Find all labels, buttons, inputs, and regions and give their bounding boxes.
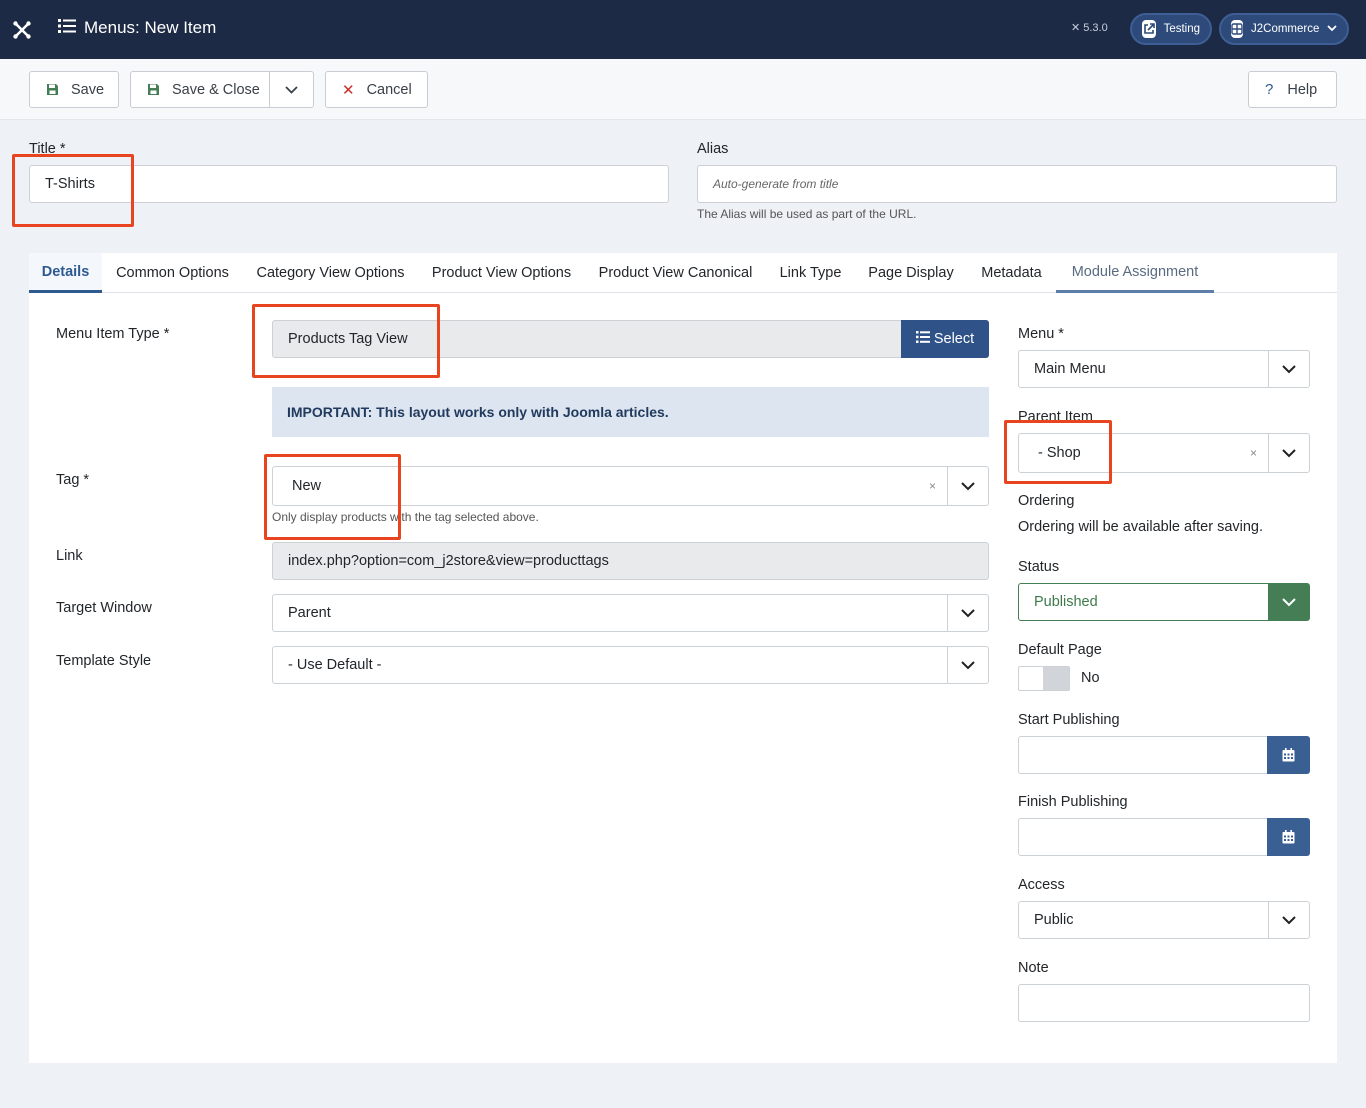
site-link-button[interactable]: Testing	[1130, 13, 1212, 45]
chevron-down-icon	[947, 595, 988, 631]
target-window-label: Target Window	[56, 600, 152, 616]
help-button[interactable]: ? Help	[1248, 71, 1337, 108]
clear-icon[interactable]: ×	[1250, 446, 1257, 460]
tag-select[interactable]: New ×	[272, 466, 989, 506]
cancel-button[interactable]: ✕ Cancel	[325, 71, 428, 108]
template-style-select[interactable]: - Use Default -	[272, 646, 989, 684]
menu-select[interactable]: Main Menu	[1018, 350, 1310, 388]
save-icon	[147, 83, 160, 96]
alias-label: Alias	[697, 141, 729, 157]
question-icon: ?	[1265, 81, 1274, 98]
alias-hint: The Alias will be used as part of the UR…	[697, 207, 917, 221]
status-label: Status	[1018, 559, 1060, 575]
menu-label: Menu *	[1018, 326, 1064, 342]
tab-metadata[interactable]: Metadata	[967, 253, 1056, 293]
alias-input[interactable]: Auto-generate from title	[697, 165, 1337, 203]
parent-item-select[interactable]: - Shop ×	[1018, 433, 1310, 473]
save-button[interactable]: Save	[29, 71, 119, 108]
default-page-label: Default Page	[1018, 642, 1102, 658]
tab-product-view-options[interactable]: Product View Options	[418, 253, 585, 293]
important-alert: IMPORTANT: This layout works only with J…	[272, 387, 989, 437]
chevron-down-icon	[1268, 434, 1309, 472]
parent-item-label: Parent Item	[1018, 409, 1093, 425]
start-publishing-label: Start Publishing	[1018, 712, 1120, 728]
finish-publishing-input[interactable]	[1018, 818, 1268, 856]
clear-icon[interactable]: ×	[929, 479, 936, 493]
tag-label: Tag *	[56, 472, 90, 488]
menu-item-type-label: Menu Item Type *	[56, 326, 170, 342]
page-title-text: Menus: New Item	[84, 18, 217, 37]
list-icon	[915, 331, 930, 347]
template-style-label: Template Style	[56, 653, 152, 669]
save-close-button-group: Save & Close	[130, 71, 314, 108]
status-select[interactable]: Published	[1018, 583, 1310, 621]
chevron-down-icon	[1268, 584, 1309, 620]
default-page-value: No	[1081, 670, 1100, 686]
tab-common-options[interactable]: Common Options	[102, 253, 243, 293]
select-type-button[interactable]: Select	[901, 320, 989, 358]
save-close-button[interactable]: Save & Close	[131, 72, 270, 107]
note-label: Note	[1018, 960, 1049, 976]
menu-list-icon	[58, 18, 76, 38]
calendar-icon[interactable]	[1267, 736, 1310, 774]
start-publishing-input[interactable]	[1018, 736, 1268, 774]
chevron-down-icon	[285, 82, 298, 98]
joomla-small-icon: ✕	[1071, 22, 1081, 34]
ordering-text: Ordering will be available after saving.	[1018, 519, 1264, 535]
tab-module-assignment[interactable]: Module Assignment	[1056, 253, 1214, 293]
access-select[interactable]: Public	[1018, 901, 1310, 939]
joomla-logo-icon[interactable]	[0, 0, 44, 59]
default-page-toggle[interactable]	[1018, 666, 1070, 691]
save-icon	[46, 83, 59, 96]
chevron-down-icon	[1268, 351, 1309, 387]
note-input[interactable]	[1018, 984, 1310, 1022]
user-menu-button[interactable]: J2Commerce	[1219, 13, 1349, 45]
external-link-icon	[1142, 20, 1156, 38]
ordering-label: Ordering	[1018, 493, 1075, 509]
title-label: Title *	[29, 141, 66, 157]
tab-category-view-options[interactable]: Category View Options	[243, 253, 418, 293]
toggle-knob	[1043, 667, 1069, 690]
save-options-dropdown[interactable]	[270, 72, 313, 107]
version-label: ✕ 5.3.0	[1071, 21, 1108, 35]
menu-item-type-field: Products Tag View	[272, 320, 902, 358]
grid-icon	[1231, 20, 1243, 38]
tab-product-view-canonical[interactable]: Product View Canonical	[585, 253, 766, 293]
calendar-icon[interactable]	[1267, 818, 1310, 856]
page-title: Menus: New Item	[58, 18, 216, 38]
chevron-down-icon	[947, 647, 988, 683]
tab-details[interactable]: Details	[29, 253, 102, 293]
link-field: index.php?option=com_j2store&view=produc…	[272, 542, 989, 580]
finish-publishing-label: Finish Publishing	[1018, 794, 1128, 810]
chevron-down-icon	[1327, 23, 1338, 35]
tag-hint: Only display products with the tag selec…	[272, 510, 539, 524]
access-label: Access	[1018, 877, 1065, 893]
chevron-down-icon	[1268, 902, 1309, 938]
tab-page-display[interactable]: Page Display	[855, 253, 967, 293]
close-icon: ✕	[342, 81, 355, 99]
tab-link-type[interactable]: Link Type	[766, 253, 855, 293]
title-input[interactable]: T-Shirts	[29, 165, 669, 203]
target-window-select[interactable]: Parent	[272, 594, 989, 632]
chevron-down-icon	[947, 467, 988, 505]
link-label: Link	[56, 548, 83, 564]
